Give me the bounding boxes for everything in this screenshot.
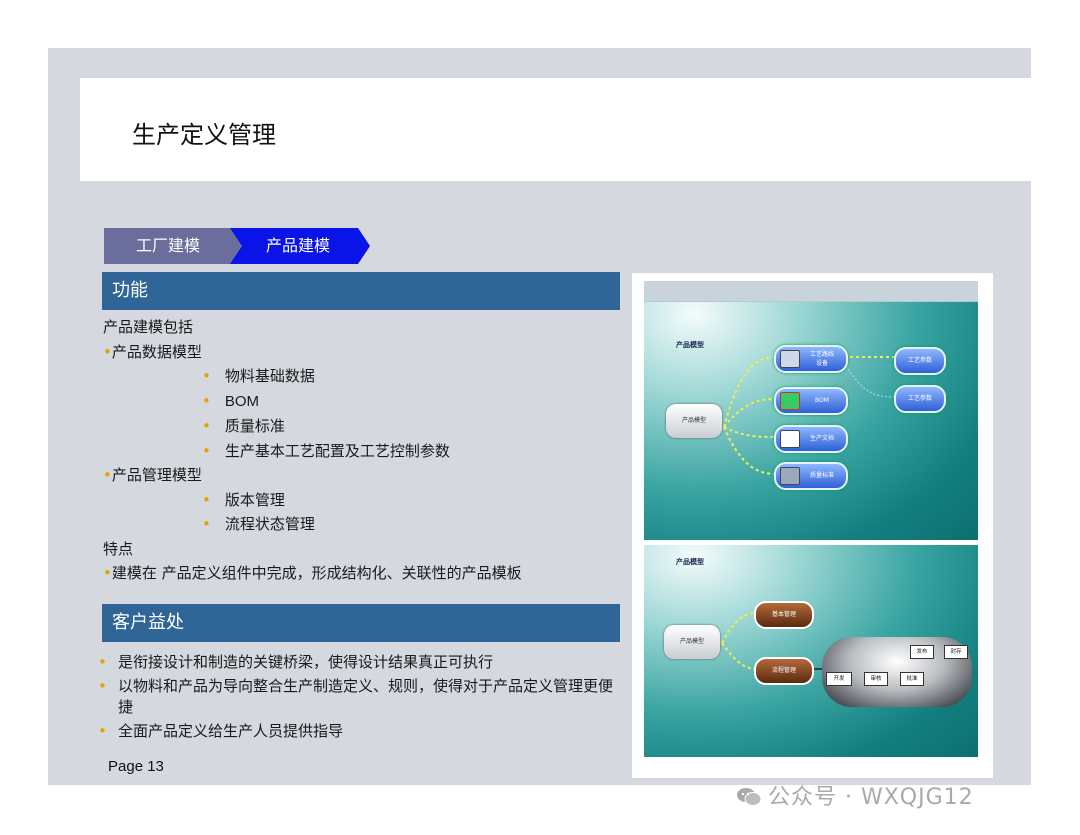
diagram-label: 产品模型: [676, 558, 704, 566]
function-heading: 功能: [102, 272, 620, 310]
list-item: •产品数据模型: [103, 342, 202, 361]
list-item: • 流程状态管理: [202, 515, 315, 533]
product-management-model-diagram: 产品模型 产品模型 基本管理 流程管理 开发 审核 批准 发布 封存: [644, 545, 978, 757]
bullet-icon: •: [103, 342, 112, 361]
list-item: •建模在 产品定义组件中完成，形成结构化、关联性的产品模板: [103, 564, 522, 582]
tab-factory-modeling[interactable]: 工厂建模: [104, 228, 242, 264]
flow-step-release: 发布: [910, 645, 934, 659]
benefits-list: • 是衔接设计和制造的关键桥梁，使得设计结果真正可执行 • 以物料和产品为导向整合生…: [98, 652, 618, 745]
list-item: • 是衔接设计和制造的关键桥梁，使得设计结果真正可执行: [98, 653, 494, 671]
page-number: Page 13: [108, 758, 164, 775]
bullet-icon: •: [202, 417, 211, 435]
tab-product-modeling[interactable]: 产品建模: [230, 228, 370, 264]
list-item: • 物料基础数据: [202, 367, 315, 385]
slide-title: 生产定义管理: [132, 121, 276, 149]
node-basic-management: 基本管理: [754, 601, 814, 629]
product-model-figure: 产品模型 产品模型 工艺路线 设备 BOM 生产文档 质量标准 工艺参数 工艺参…: [632, 273, 993, 778]
list-item: 特点: [103, 539, 134, 558]
list-item: •产品管理模型: [103, 466, 202, 484]
bullet-icon: •: [98, 677, 107, 695]
list-item: • 版本管理: [202, 490, 285, 509]
bullet-icon: •: [103, 466, 112, 484]
node-production-docs: 生产文档: [774, 425, 848, 453]
list-item: 产品建模包括: [103, 318, 194, 336]
node-quality-standard: 质量标准: [774, 462, 848, 490]
bullet-icon: •: [202, 490, 211, 509]
root-node: 产品模型: [664, 625, 720, 659]
bullet-icon: •: [202, 441, 211, 460]
bullet-icon: •: [103, 564, 112, 582]
list-item: • 全面产品定义给生产人员提供指导: [98, 722, 344, 740]
watermark: 公众号 · WXQJG12: [736, 779, 974, 811]
root-node: 产品模型: [666, 404, 722, 438]
flow-step-archive: 封存: [944, 645, 968, 659]
node-process-param: 工艺参数: [894, 385, 946, 413]
equipment-icon: [780, 350, 800, 368]
list-item: • BOM: [202, 391, 260, 410]
benefits-heading: 客户益处: [102, 604, 620, 642]
figure-top-strip: [644, 281, 978, 301]
list-item: • 生产基本工艺配置及工艺控制参数: [202, 441, 450, 460]
product-data-model-diagram: 产品模型 产品模型 工艺路线 设备 BOM 生产文档 质量标准 工艺参数 工艺参…: [644, 301, 978, 540]
document-icon: [780, 430, 800, 448]
slide: 生产定义管理 工厂建模 产品建模 功能 产品建模包括 •产品数据模型 • 物料基础…: [48, 48, 1031, 785]
flow-step-develop: 开发: [826, 672, 852, 686]
diagram-label: 产品模型: [676, 341, 704, 349]
bullet-icon: •: [98, 653, 107, 671]
title-band: 生产定义管理: [80, 78, 1031, 181]
function-list: 产品建模包括 •产品数据模型 • 物料基础数据 • BOM • 质量标准 • 生产基本工…: [103, 315, 522, 586]
bom-icon: [780, 392, 800, 410]
node-process-route: 工艺路线 设备: [774, 345, 848, 373]
bullet-icon: •: [202, 367, 211, 385]
breadcrumb-tabs: 工厂建模 产品建模: [104, 228, 374, 264]
flow-step-review: 审核: [864, 672, 888, 686]
wechat-icon: [737, 788, 762, 806]
node-process-param: 工艺参数: [894, 347, 946, 375]
bullet-icon: •: [98, 722, 107, 740]
quality-icon: [780, 467, 800, 485]
list-item: • 以物料和产品为导向整合生产制造定义、规则，使得对于产品定义管理更便捷: [98, 677, 614, 716]
flow-step-approve: 批准: [900, 672, 924, 686]
list-item: • 质量标准: [202, 417, 285, 435]
bullet-icon: •: [202, 515, 211, 533]
bullet-icon: •: [202, 391, 211, 410]
node-bom: BOM: [774, 387, 848, 415]
node-process-management: 流程管理: [754, 657, 814, 685]
